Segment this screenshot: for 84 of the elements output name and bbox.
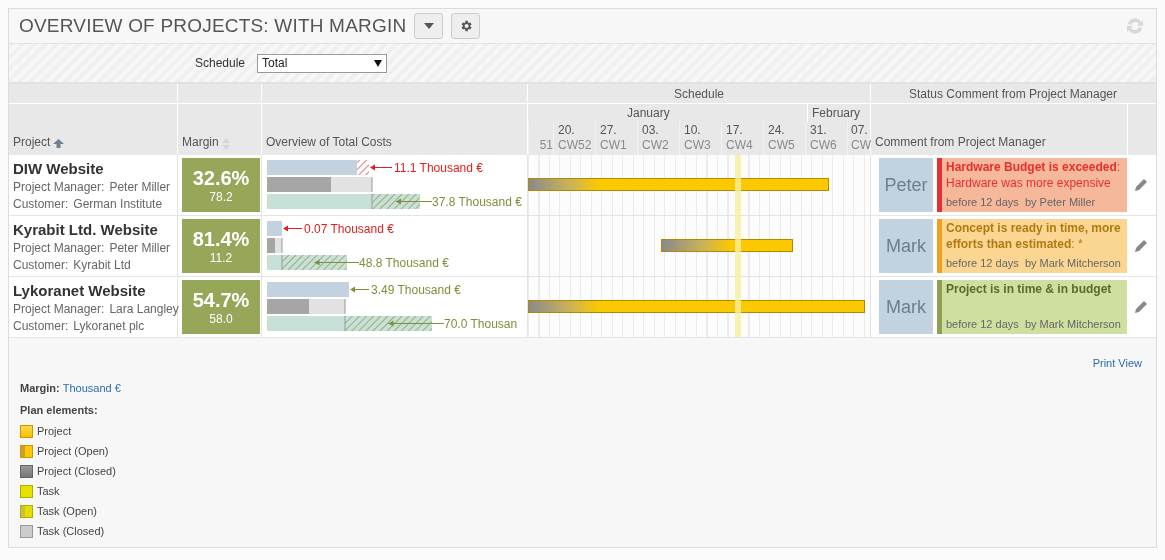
customer-name: Kyrabit Ltd (73, 257, 131, 274)
project-name: Kyrabit Ltd. Website (13, 220, 159, 240)
week-date: 07. (851, 123, 869, 138)
column-group-header: Status Comment from Project Manager (908, 85, 1118, 103)
margin-percent: 32.6% (192, 166, 250, 190)
print-view-link[interactable]: Print View (1092, 355, 1142, 372)
legend-item: Task (Closed) (37, 524, 105, 540)
avatar-tile: Mark (879, 280, 933, 334)
margin-percent: 54.7% (192, 288, 250, 312)
schedule-select[interactable]: Total (257, 53, 388, 73)
column-group-header: Schedule (673, 85, 724, 103)
caret-icon (374, 59, 383, 67)
legend-item: Project (37, 424, 72, 440)
week-date: 17. (726, 123, 744, 138)
margin-value: 58.0 (209, 312, 233, 326)
comment-text: Hardware Budget is exceeded: Hardware was more expensive (946, 159, 1122, 191)
manager-label: Project Manager: (13, 301, 105, 318)
cost-deviation-label: 11.1 Thousand € (394, 159, 483, 177)
pencil-icon[interactable] (1134, 300, 1148, 314)
cost-remaining-label: 70.0 Thousan (444, 315, 518, 333)
project-name: DIW Website (13, 159, 105, 179)
month-label: January (627, 105, 670, 122)
comment-meta: before 12 days by Mark Mitcherson (946, 317, 1122, 332)
week-number: CW4 (726, 138, 754, 153)
customer-name: German Institute (73, 196, 163, 213)
week-date: 03. (642, 123, 660, 138)
customer-label: Customer: (13, 318, 69, 335)
project-name: Lykoranet Website (13, 281, 147, 301)
planned-cost-bar (267, 221, 304, 236)
caret-icon (423, 23, 434, 29)
week-date: 24. (768, 123, 786, 138)
manager-label: Project Manager: (13, 179, 105, 196)
margin-value: 11.2 (209, 251, 233, 265)
actual-cost-bar (267, 238, 283, 253)
legend-title: Plan elements: (20, 403, 99, 418)
column-header[interactable]: Project (13, 133, 51, 151)
customer-label: Customer: (13, 257, 69, 274)
manager-name: Lara Langley (109, 301, 179, 318)
comment-text: Project is in time & in budget (946, 281, 1113, 297)
cost-deviation-label: 0.07 Thousand € (304, 220, 394, 238)
manager-name: Peter Miller (109, 240, 171, 257)
week-date: 20. (558, 123, 576, 138)
dropdown-button[interactable] (414, 13, 444, 39)
customer-name: Lykoranet plc (73, 318, 145, 335)
legend-item: Project (Closed) (37, 464, 116, 480)
week-date: 27. (600, 123, 618, 138)
week-number: CW6 (810, 138, 838, 153)
comment-meta: before 12 days by Mark Mitcherson (946, 256, 1122, 271)
legend-item: Task (Open) (37, 504, 97, 520)
margin-value: 78.2 (209, 190, 233, 204)
avatar-tile: Mark (879, 219, 933, 273)
sort-ascending-icon[interactable] (53, 139, 65, 148)
column-header: Comment from Project Manager (875, 134, 1046, 151)
column-header: Overview of Total Costs (266, 134, 392, 151)
week-number: CW (851, 138, 869, 153)
page-title: OVERVIEW OF PROJECTS: WITH MARGIN (19, 13, 407, 38)
week-number: CW2 (642, 138, 670, 153)
legend-unit: Thousand € (62, 380, 121, 396)
avatar-tile: Peter (879, 158, 933, 212)
comment-text: Concept is ready in time, more efforts than estimated: * (946, 220, 1122, 252)
manager-label: Project Manager: (13, 240, 105, 257)
week-number: 51 (539, 138, 553, 153)
week-number: CW3 (684, 138, 712, 153)
legend-item: Task (37, 484, 60, 500)
legend-item: Project (Open) (37, 444, 109, 460)
pencil-icon[interactable] (1134, 239, 1148, 253)
pencil-icon[interactable] (1134, 178, 1148, 192)
customer-label: Customer: (13, 196, 69, 213)
manager-name: Peter Miller (109, 179, 171, 196)
column-header[interactable]: Margin (182, 133, 219, 151)
margin-percent: 81.4% (192, 227, 250, 251)
week-date: 31. (810, 123, 828, 138)
legend-label: Margin: (20, 380, 60, 396)
cost-deviation-label: 3.49 Thousand € (371, 281, 461, 299)
cost-remaining-label: 48.8 Thousand € (359, 254, 449, 272)
week-number: CW5 (768, 138, 796, 153)
settings-button[interactable] (451, 13, 481, 39)
week-date: 10. (684, 123, 702, 138)
cost-remaining-label: 37.8 Thousand € (432, 193, 522, 211)
week-number: CW52 (558, 138, 593, 153)
week-number: CW1 (600, 138, 628, 153)
month-label: February (812, 105, 861, 122)
comment-meta: before 12 days by Peter Miller (946, 195, 1097, 210)
filter-label: Schedule (195, 55, 246, 72)
